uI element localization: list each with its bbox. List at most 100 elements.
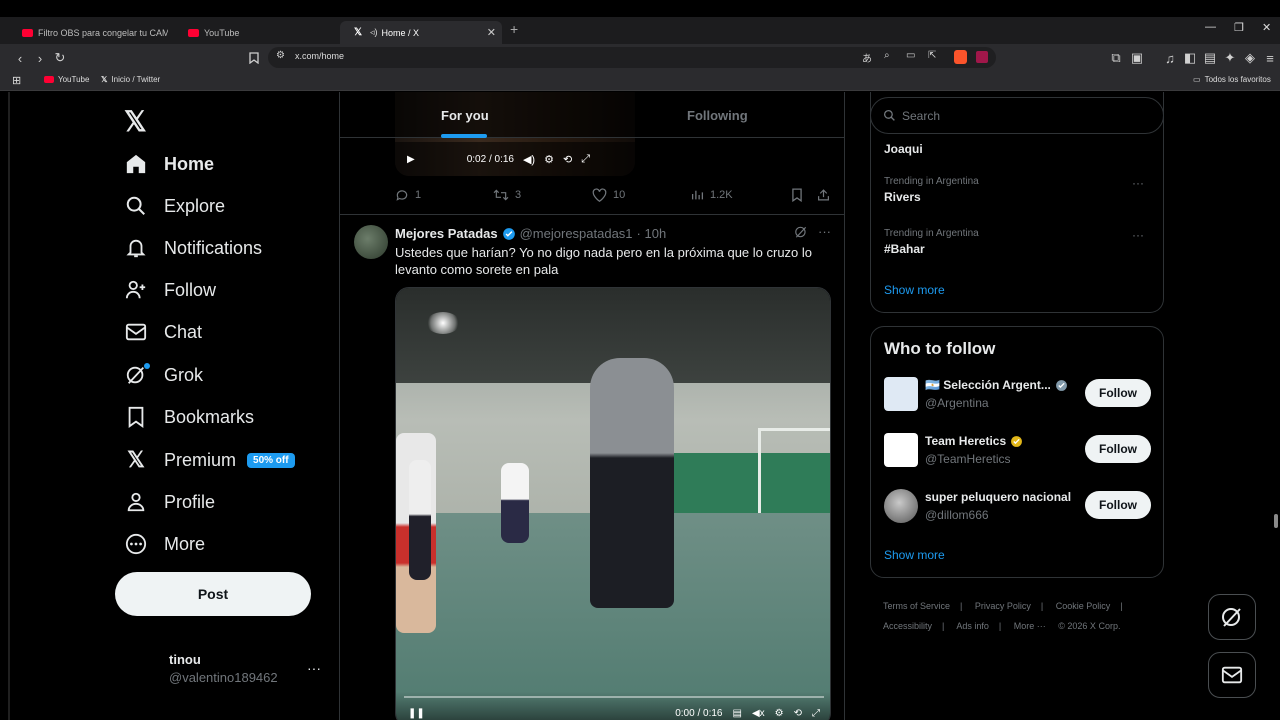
bookmark-youtube[interactable]: YouTube <box>44 75 89 84</box>
nav-more[interactable]: More <box>124 528 205 560</box>
avatar[interactable] <box>884 433 918 467</box>
trend-item[interactable]: Joaqui <box>884 139 1152 156</box>
views-button[interactable]: 1.2K <box>691 188 733 201</box>
address-bar[interactable]: ⚙ x.com/home あ ⌕ ▭ ⇱ <box>268 47 996 68</box>
page-scrollbar[interactable] <box>1274 514 1278 528</box>
tab-for-you[interactable]: For you <box>441 108 489 123</box>
trend-item[interactable]: Trending in Argentina #Bahar ··· <box>884 228 1152 256</box>
reply-button[interactable]: 1 <box>395 188 421 202</box>
avatar[interactable] <box>884 377 918 411</box>
more-dots-icon[interactable]: ··· <box>1132 228 1144 242</box>
nav-grok[interactable]: Grok <box>124 359 203 391</box>
footer-link-more[interactable]: More ··· <box>1014 621 1046 631</box>
nav-bookmarks[interactable]: Bookmarks <box>124 401 254 433</box>
cast-icon[interactable]: ▭ <box>906 50 915 61</box>
pause-icon[interactable]: ❚❚ <box>408 708 425 719</box>
zoom-icon[interactable]: ⌕ <box>884 50 890 61</box>
video-progress-track[interactable] <box>404 696 824 698</box>
restore-button[interactable]: ❐ <box>1234 21 1244 34</box>
close-window-button[interactable]: ✕ <box>1262 21 1271 34</box>
who-to-follow-show-more[interactable]: Show more <box>884 548 945 562</box>
grok-floating-button[interactable] <box>1208 594 1256 640</box>
wallet-icon[interactable]: ▣ <box>1129 50 1145 66</box>
share-button[interactable] <box>817 188 836 202</box>
rewards-icon[interactable] <box>976 51 988 63</box>
tab-title: Filtro OBS para congelar tu CAM en ... <box>38 27 168 38</box>
vpn-icon[interactable]: ◈ <box>1242 50 1258 66</box>
new-tab-button[interactable]: + <box>510 21 518 37</box>
search-input[interactable]: Search <box>870 97 1164 134</box>
extensions-icon[interactable]: ⧉ <box>1108 50 1124 66</box>
tweet-time[interactable]: · 10h <box>637 226 667 241</box>
active-tab-indicator <box>441 134 487 138</box>
brave-shield-icon[interactable] <box>954 50 967 64</box>
tweet-video[interactable]: ❚❚ 0:00 / 0:16 ▤ ◀x ⚙ ⟲ ⤢ <box>395 287 831 720</box>
settings-icon[interactable]: ⚙ <box>775 708 784 719</box>
play-icon[interactable]: ▶ <box>407 154 415 165</box>
bookmark-page-icon[interactable] <box>246 50 262 66</box>
reload-icon[interactable]: ↻ <box>52 50 68 66</box>
account-switcher[interactable]: tinou @valentino189462 ··· <box>169 652 329 685</box>
tab-icon[interactable]: ▤ <box>1202 50 1218 66</box>
nav-premium[interactable]: 𝕏 Premium 50% off <box>124 444 295 476</box>
follow-suggestion[interactable]: Team Heretics @TeamHeretics Follow <box>884 433 1154 469</box>
fullscreen-icon[interactable]: ⤢ <box>812 708 820 719</box>
tweet-author-handle[interactable]: @mejorespatadas1 <box>520 226 633 241</box>
loop-icon[interactable]: ⟲ <box>794 708 802 719</box>
captions-icon[interactable]: ▤ <box>732 708 741 719</box>
footer-link-accessibility[interactable]: Accessibility <box>883 621 932 631</box>
trend-item[interactable]: Trending in Argentina Rivers ··· <box>884 176 1152 204</box>
browser-tab-x-home[interactable]: 𝕏 ◃) Home / X ✕ <box>340 21 502 44</box>
follow-suggestion[interactable]: 🇦🇷 Selección Argent... @Argentina Follow <box>884 377 1154 413</box>
mute-icon[interactable]: ◀x <box>752 708 765 719</box>
bookmark-button[interactable] <box>791 188 809 202</box>
messages-floating-button[interactable] <box>1208 652 1256 698</box>
avatar[interactable] <box>354 225 388 259</box>
nav-home[interactable]: Home <box>124 148 214 180</box>
fullscreen-icon[interactable]: ⤢ <box>581 153 590 166</box>
grok-icon[interactable] <box>794 225 808 239</box>
repost-button[interactable]: 3 <box>493 188 521 202</box>
loop-icon[interactable]: ⟲ <box>563 153 572 166</box>
music-icon[interactable]: ♫ <box>1162 50 1178 66</box>
footer-link-ads[interactable]: Ads info <box>956 621 989 631</box>
trends-show-more[interactable]: Show more <box>884 283 945 297</box>
site-settings-icon[interactable]: ⚙ <box>276 50 285 61</box>
nav-follow[interactable]: Follow <box>124 274 216 306</box>
nav-profile[interactable]: Profile <box>124 486 215 518</box>
menu-icon[interactable]: ≡ <box>1262 50 1278 66</box>
share-icon[interactable]: ⇱ <box>928 50 936 61</box>
post-button[interactable]: Post <box>115 572 311 616</box>
back-icon[interactable]: ‹ <box>12 50 28 66</box>
tab-following[interactable]: Following <box>687 108 748 123</box>
sparkle-icon[interactable]: ✦ <box>1222 50 1238 66</box>
follow-button[interactable]: Follow <box>1085 491 1151 519</box>
forward-icon[interactable]: › <box>32 50 48 66</box>
x-logo-icon[interactable]: 𝕏 <box>124 105 147 138</box>
minimize-button[interactable]: — <box>1205 21 1216 33</box>
nav-explore[interactable]: Explore <box>124 190 225 222</box>
nav-chat[interactable]: Chat <box>124 316 202 348</box>
nav-notifications[interactable]: Notifications <box>124 232 262 264</box>
browser-tab-youtube[interactable]: YouTube <box>174 21 334 44</box>
more-dots-icon[interactable]: ··· <box>818 224 831 239</box>
close-tab-icon[interactable]: ✕ <box>487 26 496 39</box>
like-button[interactable]: 10 <box>592 188 625 202</box>
follow-button[interactable]: Follow <box>1085 435 1151 463</box>
all-bookmarks[interactable]: ▭ Todos los favoritos <box>1193 75 1271 84</box>
settings-icon[interactable]: ⚙ <box>544 153 554 166</box>
translate-icon[interactable]: あ <box>862 50 872 65</box>
footer-link-privacy[interactable]: Privacy Policy <box>975 601 1031 611</box>
avatar[interactable] <box>884 489 918 523</box>
follow-suggestion[interactable]: super peluquero nacional @dillom666 Foll… <box>884 489 1154 525</box>
footer-link-terms[interactable]: Terms of Service <box>883 601 950 611</box>
sidebar-toggle-icon[interactable]: ◧ <box>1182 50 1198 66</box>
tweet-author-name[interactable]: Mejores Patadas <box>395 226 498 241</box>
bookmark-twitter[interactable]: 𝕏 Inicio / Twitter <box>101 75 160 84</box>
follow-button[interactable]: Follow <box>1085 379 1151 407</box>
more-dots-icon[interactable]: ··· <box>1132 176 1144 190</box>
browser-tab-obs[interactable]: Filtro OBS para congelar tu CAM en ... <box>8 21 168 44</box>
apps-grid-icon[interactable]: ⊞ <box>12 74 21 87</box>
volume-icon[interactable]: ◀) <box>523 153 535 166</box>
footer-link-cookie[interactable]: Cookie Policy <box>1056 601 1111 611</box>
